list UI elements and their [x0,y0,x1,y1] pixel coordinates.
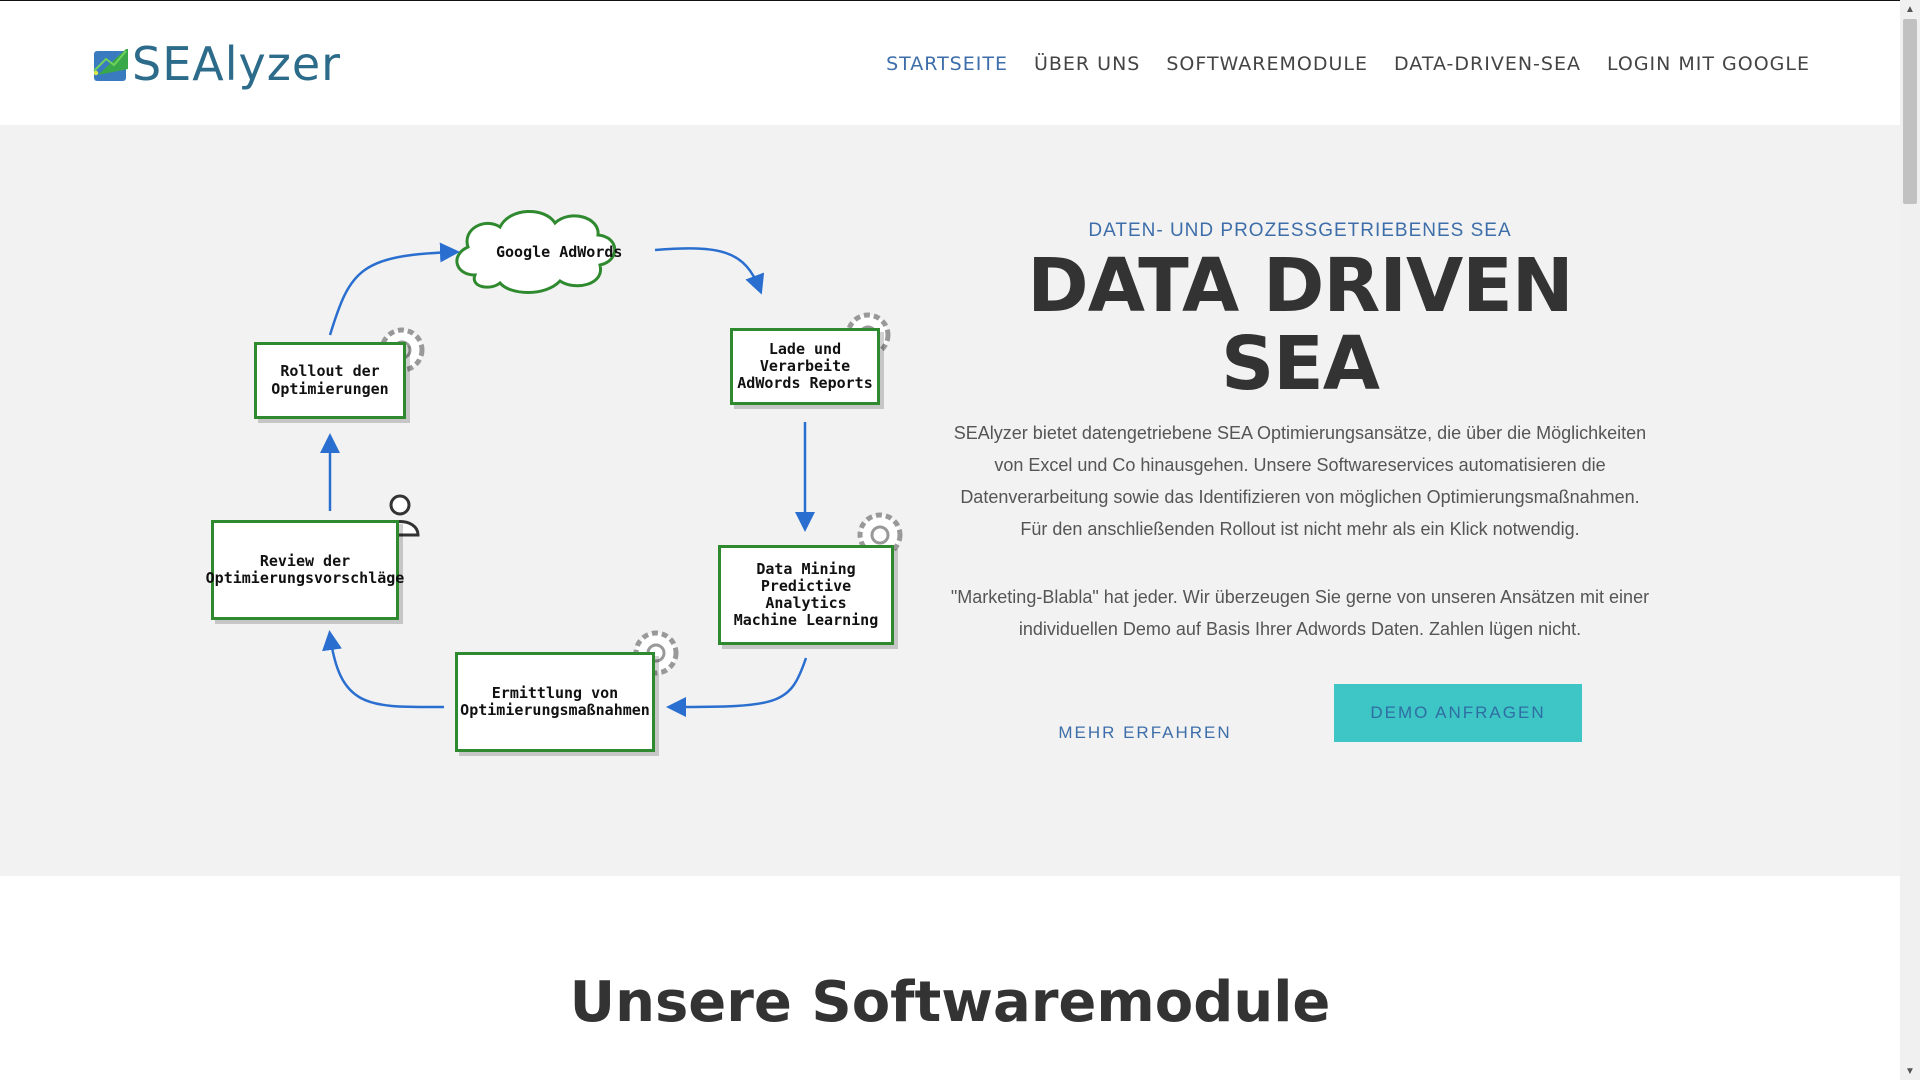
nav-item-data-driven-sea[interactable]: DATA-DRIVEN-SEA [1394,53,1581,75]
process-diagram: Google AdWords Lade und Verarbeite AdWor… [200,195,920,795]
hero-section: Google AdWords Lade und Verarbeite AdWor… [0,125,1900,876]
nav-item-ueber-uns[interactable]: ÜBER UNS [1034,53,1140,75]
scroll-down-icon[interactable]: ▼ [1900,1062,1920,1080]
nav-item-startseite[interactable]: STARTSEITE [886,53,1008,75]
cloud-label: Google AdWords [496,243,623,261]
box-label: Ermittlung von Optimierungsmaßnahmen [460,683,650,719]
box-adwords-reports: Lade und Verarbeite AdWords Reports [730,328,880,405]
box-review: Review der Optimierungsvorschläge [206,520,404,620]
nav-item-login-google[interactable]: LOGIN MIT GOOGLE [1607,53,1810,75]
sealyzer-logo-icon [92,45,130,83]
box-label: Rollout der Optimierungen [271,362,389,398]
hero-paragraph: SEAlyzer bietet datengetriebene SEA Opti… [953,423,1647,540]
scrollbar[interactable]: ▲ ▼ [1900,0,1920,1080]
demo-anfragen-button[interactable]: DEMO ANFRAGEN [1334,684,1582,742]
box-label: Review der Optimierungsvorschläge [205,551,405,587]
main-nav: STARTSEITE ÜBER UNS SOFTWAREMODULE DATA-… [886,53,1810,75]
box-ermittlung: Ermittlung von Optimierungsmaßnahmen [455,652,655,752]
scroll-up-icon[interactable]: ▲ [1900,0,1920,18]
section-title: Unsere Softwaremodule [569,970,1331,1035]
hero-text: DATEN- UND PROZESSGETRIEBENES SEA DATA D… [950,220,1650,645]
logo-text: SEAlyzer [132,37,342,91]
logo[interactable]: SEAlyzer [92,41,341,87]
box-label: Data Mining Predictive Analytics Machine… [733,559,879,630]
box-data-mining: Data Mining Predictive Analytics Machine… [718,545,894,645]
box-label: Lade und Verarbeite AdWords Reports [737,339,873,393]
hero-headline: DATA DRIVEN SEA [1027,243,1573,407]
scroll-thumb[interactable] [1903,19,1917,204]
mehr-erfahren-button[interactable]: MEHR ERFAHREN [1040,704,1250,762]
hero-kicker: DATEN- UND PROZESSGETRIEBENES SEA [1088,220,1512,241]
hero-paragraph-quote: "Marketing-Blabla" hat jeder. Wir überze… [950,587,1650,640]
nav-item-softwaremodule[interactable]: SOFTWAREMODULE [1166,53,1368,75]
site-header: SEAlyzer STARTSEITE ÜBER UNS SOFTWAREMOD… [0,1,1900,125]
box-rollout: Rollout der Optimierungen [254,342,406,419]
